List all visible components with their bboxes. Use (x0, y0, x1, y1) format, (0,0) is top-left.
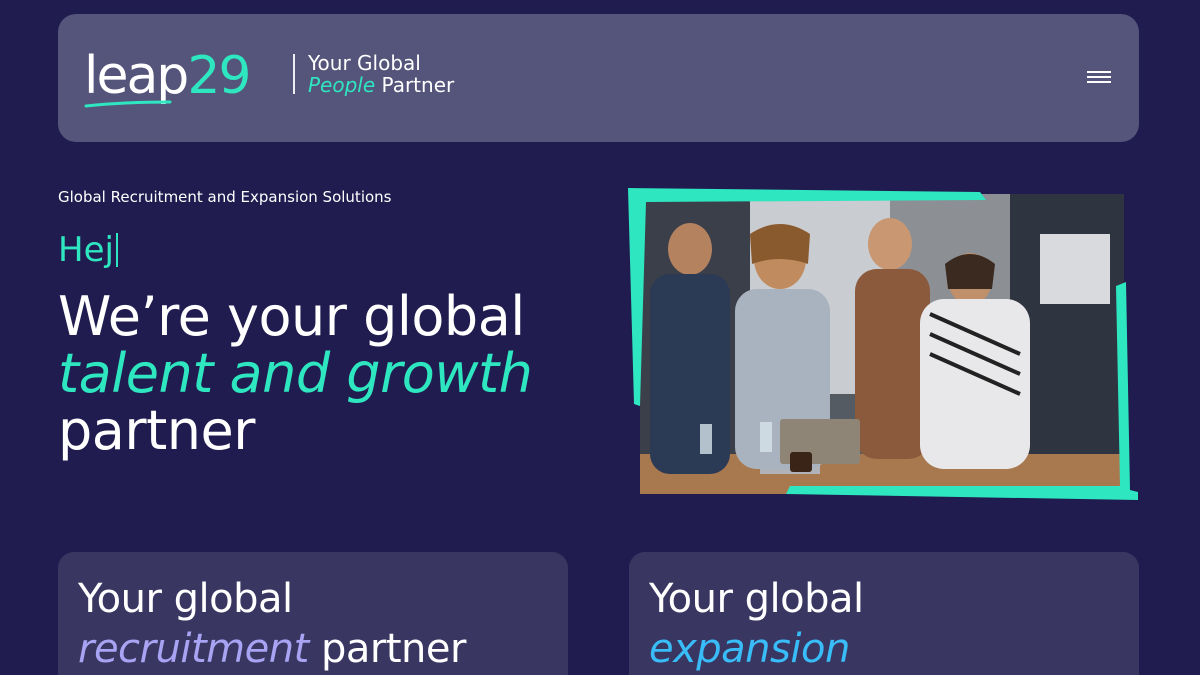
recruitment-card[interactable]: Your global recruitment partner (58, 552, 568, 675)
hero-photo (626, 186, 1142, 502)
card-title-accent: expansion (649, 626, 850, 672)
logo-tagline: Your Global People Partner (308, 52, 454, 96)
card-title-line1: Your global (78, 576, 293, 622)
site-header: leap29 Your Global People Partner (58, 14, 1139, 142)
hero-eyebrow: Global Recruitment and Expansion Solutio… (58, 188, 392, 206)
logo-wordmark: leap29 (84, 46, 251, 106)
card-title: Your global expansion (649, 574, 1119, 674)
card-title-rest: partner (320, 626, 466, 672)
hamburger-menu-icon[interactable] (1087, 68, 1111, 88)
logo-swoosh-icon (84, 100, 172, 108)
hero-greeting: Hej (58, 230, 118, 270)
card-title-line1: Your global (649, 576, 864, 622)
expansion-card[interactable]: Your global expansion (629, 552, 1139, 675)
card-title-accent: recruitment (78, 626, 309, 672)
typing-caret (115, 233, 118, 267)
card-title: Your global recruitment partner (78, 574, 548, 674)
tagline-line1: Your Global (308, 51, 421, 75)
tagline-accent: People (308, 73, 376, 97)
logo-link[interactable]: leap29 (84, 46, 251, 110)
photo-frame-accent (628, 188, 1138, 500)
logo-divider (293, 54, 295, 94)
hero-title-accent: talent and growth (58, 342, 533, 405)
hero-title-line3: partner (58, 399, 255, 462)
hero-title: We’re your global talent and growth part… (58, 285, 533, 462)
tagline-rest: Partner (381, 73, 455, 97)
hero-title-line1: We’re your global (58, 285, 525, 348)
